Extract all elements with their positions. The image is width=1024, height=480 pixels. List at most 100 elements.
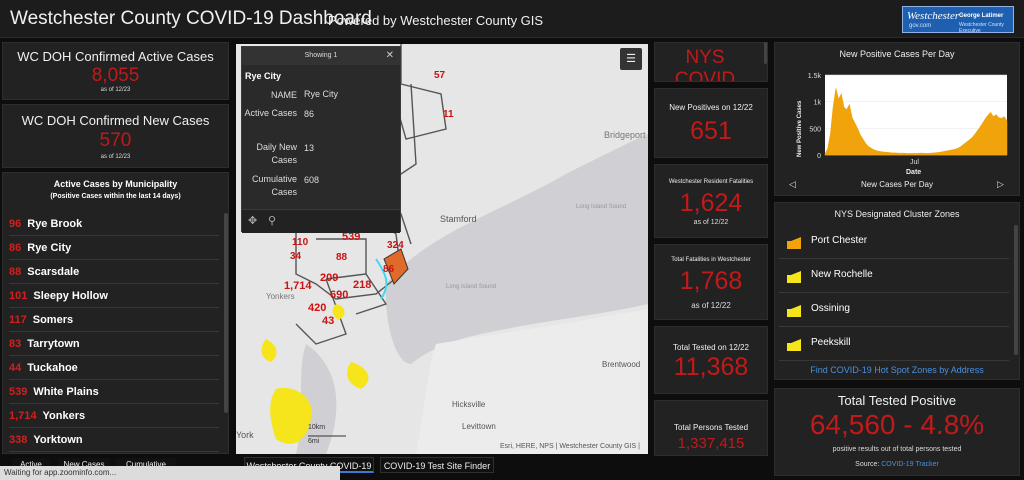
map-label-bridgeport: Bridgeport [604, 130, 646, 140]
indicator-value: 1,768 [679, 267, 743, 295]
source-label: Source: [855, 461, 880, 468]
list-item[interactable]: 83 Tarrytown [9, 333, 219, 356]
list-item[interactable]: 96 Rye Brook [9, 213, 219, 236]
nys-covid-title: NYS COVID [674, 47, 736, 82]
total-fatalities-indicator: Total Fatalities in Westchester 1,768 as… [654, 244, 768, 320]
indicator-date: as of 12/23 [100, 87, 131, 93]
item-name: Scarsdale [27, 266, 80, 278]
y-axis-label: New Positive Cases [797, 100, 803, 157]
county-logo[interactable]: Westchester gov.com George Latimer Westc… [902, 6, 1014, 34]
indicator-date: as of 12/23 [100, 154, 131, 160]
zone-label: Port Chester [811, 235, 868, 246]
indicator-value: 1,337,415 [677, 435, 745, 452]
map-count-420[interactable]: 420 [308, 302, 326, 314]
map-count-110[interactable]: 110 [292, 237, 308, 248]
popup-field-value: 608 [304, 175, 320, 185]
indicator-value: 64,560 - 4.8% [809, 409, 985, 440]
list-item[interactable]: 539 White Plains [9, 381, 219, 404]
map-count-324[interactable]: 324 [387, 240, 404, 251]
zone-item[interactable]: New Rochelle [779, 259, 1009, 293]
zone-item[interactable]: Ossining [779, 293, 1009, 327]
list-item[interactable]: 117 Somers [9, 309, 219, 332]
pan-icon[interactable]: ✥ [248, 214, 257, 227]
popup-header: Showing 1 [242, 47, 400, 65]
item-name: Yonkers [42, 410, 86, 422]
zones-scrollbar[interactable] [1014, 225, 1018, 355]
y-tick-label: 500 [809, 126, 821, 133]
item-count: 539 [9, 386, 28, 398]
dashboard-subtitle: Powered by Westchester County GIS [328, 13, 544, 28]
y-tick-label: 1.5k [808, 73, 822, 80]
map-count-690[interactable]: 690 [330, 289, 348, 301]
zone-item[interactable]: Peekskill [779, 327, 1009, 361]
list-subtitle: (Positive Cases within the last 14 days) [50, 193, 181, 200]
item-name: Rye Brook [27, 218, 83, 230]
municipality-list-panel: Active Cases by Municipality (Positive C… [2, 172, 229, 454]
zone-item[interactable]: Port Chester [779, 225, 1009, 259]
map-count-86[interactable]: 86 [383, 264, 394, 275]
indicator-value: 8,055 [91, 65, 140, 86]
nys-covid-panel: NYS COVID [654, 42, 768, 82]
scale-mi: 6mi [308, 438, 320, 445]
map-count-218[interactable]: 218 [353, 279, 371, 291]
item-name: Sleepy Hollow [33, 290, 108, 302]
list-item[interactable]: 44 Tuckahoe [9, 357, 219, 380]
map-count-34[interactable]: 34 [290, 251, 301, 262]
map-count-11[interactable]: 11 [443, 109, 454, 120]
map-count-57[interactable]: 57 [434, 70, 445, 81]
list-item[interactable]: 1,714 Yonkers [9, 405, 219, 428]
item-count: 96 [9, 218, 22, 230]
indicator-title: Total Persons Tested [673, 423, 749, 432]
total-positive-indicator: Total Tested Positive 64,560 - 4.8% posi… [774, 388, 1020, 476]
zone-swatch-icon [787, 305, 801, 317]
popup-field-value: Rye City [304, 89, 339, 99]
x-tick-label: Jul [910, 159, 919, 166]
map-count-209[interactable]: 209 [320, 272, 338, 284]
list-item[interactable]: 88 Scarsdale [9, 261, 219, 284]
zone-label: Peekskill [811, 337, 851, 348]
map-label-hicksville: Hicksville [452, 400, 486, 409]
resident-fatalities-indicator: Westchester Resident Fatalities 1,624 as… [654, 164, 768, 238]
chart-nav-label: New Cases Per Day [860, 180, 934, 189]
map-count-88[interactable]: 88 [336, 252, 347, 263]
zone-label: Ossining [811, 303, 850, 314]
nys-scrollbar[interactable] [764, 42, 767, 64]
close-icon[interactable]: ✕ [386, 50, 394, 61]
list-scrollbar[interactable] [224, 213, 228, 413]
map-count-1714[interactable]: 1,714 [284, 280, 312, 292]
zoom-to-icon[interactable]: ⚲ [268, 214, 276, 227]
source-link[interactable]: COVID-19 Tracker [881, 461, 939, 468]
popup-field-value: 86 [304, 109, 315, 119]
indicator-title: Total Fatalities in Westchester [671, 257, 751, 263]
legend-list-button[interactable]: ☰ [620, 48, 642, 70]
item-name: Somers [32, 314, 74, 326]
popup-field-key: Daily New Cases [256, 142, 297, 165]
list-item[interactable]: 101 Sleepy Hollow [9, 285, 219, 308]
map-label-yonkers: Yonkers [266, 292, 295, 301]
indicator-title: WC DOH Confirmed Active Cases [17, 49, 214, 64]
zone-swatch-icon [787, 237, 801, 249]
popup-field-key: Active Cases [244, 108, 297, 118]
new-cases-indicator: WC DOH Confirmed New Cases 570 as of 12/… [2, 104, 229, 168]
tab-test-site-finder[interactable]: COVID-19 Test Site Finder [380, 457, 494, 473]
y-tick-label: 1k [814, 100, 822, 107]
map-label-stamford: Stamford [440, 214, 477, 224]
active-cases-indicator: WC DOH Confirmed Active Cases 8,055 as o… [2, 42, 229, 100]
list-item[interactable]: 86 Rye City [9, 237, 219, 260]
hotspot-link[interactable]: Find COVID-19 Hot Spot Zones by Address [775, 365, 1019, 375]
y-tick-label: 0 [817, 153, 821, 160]
browser-status-bar: Waiting for app.zoominfo.com... [0, 466, 340, 480]
indicator-title: Total Tested on 12/22 [673, 343, 749, 352]
chart-svg[interactable]: 0 500 1k 1.5k Jul Date New Positive Cases [775, 65, 1021, 175]
list-title: Active Cases by Municipality [53, 179, 178, 189]
zone-swatch-icon [787, 271, 801, 283]
zone-swatch-icon [787, 339, 801, 351]
list-item[interactable]: 338 Yorktown [9, 429, 219, 452]
item-count: 1,714 [9, 410, 37, 422]
popup-field-key: NAME [270, 90, 297, 100]
map-count-43[interactable]: 43 [322, 315, 334, 327]
item-count: 88 [9, 266, 22, 278]
chart-title: New Positive Cases Per Day [839, 49, 955, 59]
item-count: 338 [9, 434, 28, 446]
chart-next-icon[interactable]: ▷ [997, 179, 1004, 190]
